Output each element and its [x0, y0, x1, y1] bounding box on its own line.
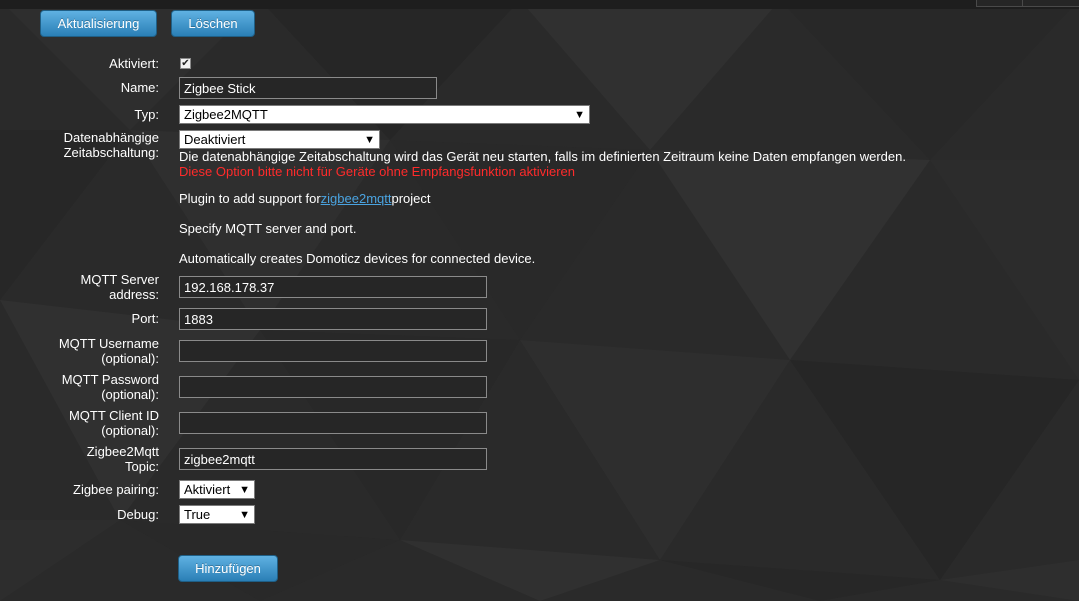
- zigbee2mqtt-link[interactable]: zigbee2mqtt: [321, 191, 392, 206]
- type-value: Zigbee2MQTT: [184, 107, 268, 122]
- debug-value: True: [184, 507, 211, 522]
- mqtt-server-label-line2: address:: [109, 287, 159, 302]
- timeout-info-text: Die datenabhängige Zeitabschaltung wird …: [179, 149, 906, 164]
- debug-label: Debug:: [117, 507, 159, 522]
- mqtt-client-id-input[interactable]: [179, 412, 487, 434]
- plugin-prefix: Plugin to add support for: [179, 191, 321, 206]
- top-tab[interactable]: [976, 0, 1024, 7]
- enabled-label: Aktiviert:: [109, 56, 159, 71]
- port-input[interactable]: 1883: [179, 308, 487, 330]
- top-tab[interactable]: [1022, 0, 1079, 7]
- timeout-value: Deaktiviert: [184, 132, 246, 147]
- mqtt-server-label: MQTT Server address:: [81, 272, 160, 302]
- timeout-label-line1: Datenabhängige: [63, 130, 159, 145]
- add-button[interactable]: Hinzufügen: [178, 555, 278, 582]
- mqtt-server-value: 192.168.178.37: [184, 279, 275, 295]
- mqtt-client-id-label-line1: MQTT Client ID: [68, 408, 159, 423]
- type-label: Typ:: [134, 107, 159, 122]
- mqtt-password-label: MQTT Password (optional):: [62, 372, 159, 402]
- mqtt-password-label-line1: MQTT Password: [61, 372, 159, 387]
- pairing-label: Zigbee pairing:: [73, 482, 159, 497]
- topic-label-line1: Zigbee2Mqtt: [86, 444, 159, 459]
- mqtt-password-label-line2: (optional):: [101, 387, 159, 402]
- mqtt-username-input[interactable]: [179, 340, 487, 362]
- plugin-support-text: Plugin to add support forzigbee2mqttproj…: [179, 191, 431, 206]
- update-button[interactable]: Aktualisierung: [40, 10, 157, 37]
- timeout-label-line2: Zeitabschaltung:: [63, 145, 159, 160]
- plugin-suffix: project: [391, 191, 431, 206]
- pairing-select[interactable]: Aktiviert ▼: [179, 480, 255, 499]
- mqtt-username-label-line1: MQTT Username: [58, 336, 159, 351]
- timeout-label: Datenabhängige Zeitabschaltung:: [64, 130, 159, 160]
- port-label: Port:: [131, 311, 159, 326]
- name-value: Zigbee Stick: [184, 80, 256, 96]
- background-pattern: [0, 0, 1079, 601]
- check-icon: ✔: [181, 57, 190, 69]
- pairing-value: Aktiviert: [184, 482, 231, 497]
- auto-create-text: Automatically creates Domoticz devices f…: [179, 251, 536, 266]
- timeout-select[interactable]: Deaktiviert ▼: [179, 130, 380, 149]
- specify-text: Specify MQTT server and port.: [179, 221, 357, 236]
- enabled-checkbox[interactable]: ✔: [180, 58, 191, 69]
- mqtt-client-id-label: MQTT Client ID (optional):: [69, 408, 159, 438]
- port-value: 1883: [184, 311, 213, 327]
- topic-label-line2: Topic:: [125, 459, 159, 474]
- type-select[interactable]: Zigbee2MQTT ▼: [179, 105, 590, 124]
- chevron-down-icon: ▼: [239, 508, 250, 521]
- debug-select[interactable]: True ▼: [179, 505, 255, 524]
- delete-button[interactable]: Löschen: [171, 10, 255, 37]
- mqtt-username-label-line2: (optional):: [101, 351, 159, 366]
- topic-label: Zigbee2Mqtt Topic:: [87, 444, 159, 474]
- top-bar: [0, 0, 1079, 9]
- timeout-warning-text: Diese Option bitte nicht für Geräte ohne…: [179, 164, 575, 179]
- chevron-down-icon: ▼: [364, 133, 375, 146]
- mqtt-username-label: MQTT Username (optional):: [59, 336, 159, 366]
- chevron-down-icon: ▼: [574, 108, 585, 121]
- mqtt-server-input[interactable]: 192.168.178.37: [179, 276, 487, 298]
- topic-input[interactable]: zigbee2mqtt: [179, 448, 487, 470]
- chevron-down-icon: ▼: [239, 483, 250, 496]
- mqtt-client-id-label-line2: (optional):: [101, 423, 159, 438]
- name-input[interactable]: Zigbee Stick: [179, 77, 437, 99]
- mqtt-server-label-line1: MQTT Server: [80, 272, 160, 287]
- topic-value: zigbee2mqtt: [184, 451, 255, 467]
- mqtt-password-input[interactable]: [179, 376, 487, 398]
- name-label: Name:: [120, 80, 159, 95]
